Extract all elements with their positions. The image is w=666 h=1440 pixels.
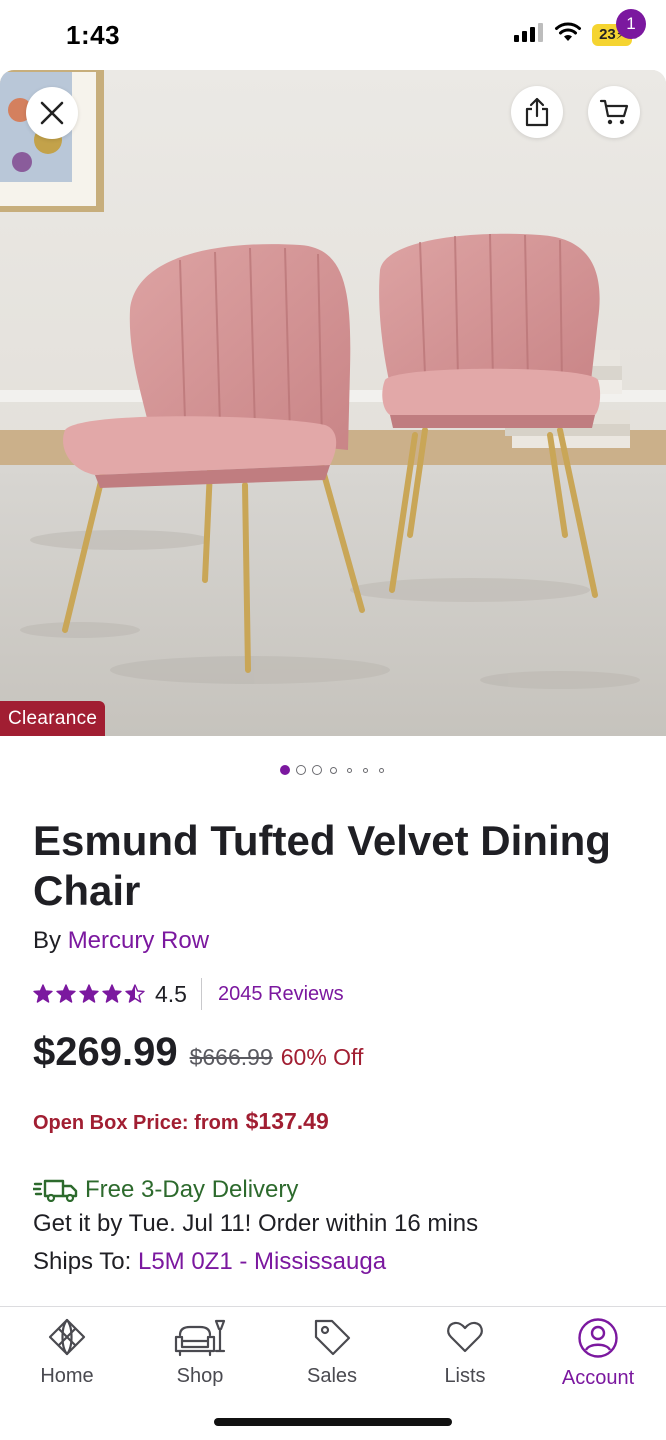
heart-icon — [447, 1321, 483, 1353]
image-carousel-dots[interactable] — [0, 764, 666, 776]
home-indicator[interactable] — [214, 1418, 452, 1426]
status-icons: 23⚡ — [514, 22, 637, 47]
nav-label-lists: Lists — [444, 1365, 486, 1387]
star-icon — [102, 984, 122, 1003]
carousel-dot[interactable] — [280, 765, 290, 775]
delivery-label: Free 3-Day Delivery — [85, 1176, 299, 1203]
wifi-icon — [554, 22, 582, 47]
delivery-row: Free 3-Day Delivery — [33, 1176, 298, 1204]
status-bar: 1:43 23⚡ — [0, 0, 666, 72]
nav-label-account: Account — [561, 1367, 635, 1389]
delivery-estimate: Get it by Tue. Jul 11! Order within 16 m… — [33, 1210, 479, 1237]
cellular-signal-icon — [514, 22, 544, 47]
star-icon — [56, 984, 76, 1003]
star-icon — [33, 984, 53, 1003]
ships-to-line: Ships To: L5M 0Z1 - Mississauga — [33, 1248, 386, 1276]
open-box-price: $137.49 — [245, 1108, 329, 1134]
nav-item-sales[interactable]: Sales — [277, 1317, 387, 1388]
price-row: $269.99 $666.99 60% Off — [33, 1030, 363, 1075]
carousel-dot[interactable] — [296, 765, 306, 775]
cart-count-badge[interactable]: 1 — [616, 9, 646, 39]
carousel-dot[interactable] — [329, 766, 337, 774]
share-button[interactable] — [511, 86, 563, 138]
star-icon — [125, 984, 145, 1003]
account-icon — [578, 1318, 618, 1358]
brand-line: By Mercury Row — [33, 927, 209, 955]
open-box-price-link[interactable]: Open Box Price: from $137.49 — [33, 1108, 329, 1135]
cart-icon — [599, 99, 629, 125]
share-icon — [525, 97, 549, 127]
divider — [200, 978, 202, 1010]
original-price: $666.99 — [189, 1044, 273, 1070]
nav-label-shop: Shop — [176, 1365, 224, 1387]
by-prefix: By — [33, 927, 62, 954]
close-icon — [40, 101, 64, 125]
close-button[interactable] — [26, 87, 78, 139]
carousel-dot[interactable] — [346, 767, 352, 773]
reviews-link[interactable]: 2045 Reviews — [218, 983, 344, 1006]
battery-level: 23 — [599, 26, 616, 43]
open-box-label: Open Box Price: from — [33, 1112, 239, 1134]
clearance-badge: Clearance — [0, 701, 106, 736]
nav-label-home: Home — [40, 1365, 94, 1387]
nav-item-lists[interactable]: Lists — [410, 1317, 520, 1388]
rating-value: 4.5 — [155, 980, 187, 1007]
status-time: 1:43 — [66, 20, 121, 50]
nav-label-sales: Sales — [306, 1365, 358, 1387]
rating-row: 4.5 2045 Reviews — [33, 978, 344, 1010]
brand-link[interactable]: Mercury Row — [68, 927, 209, 954]
carousel-dot[interactable] — [312, 765, 322, 775]
rating-stars — [33, 984, 145, 1004]
ships-to-prefix: Ships To: — [33, 1248, 132, 1275]
product-image[interactable] — [0, 70, 666, 736]
carousel-dot[interactable] — [362, 767, 368, 773]
discount-label: 60% Off — [280, 1044, 364, 1070]
nav-item-shop[interactable]: Shop — [145, 1317, 255, 1388]
star-icon — [79, 984, 99, 1003]
delivery-truck-icon — [33, 1179, 78, 1202]
nav-item-account[interactable]: Account — [543, 1317, 653, 1390]
product-photo — [0, 70, 666, 736]
nav-item-home[interactable]: Home — [12, 1317, 122, 1388]
shop-icon — [174, 1319, 226, 1357]
cart-button[interactable] — [588, 86, 640, 138]
home-icon — [48, 1318, 86, 1356]
product-title: Esmund Tufted Velvet Dining Chair — [33, 817, 611, 914]
sales-tag-icon — [314, 1319, 351, 1356]
ships-to-location-link[interactable]: L5M 0Z1 - Mississauga — [138, 1248, 386, 1275]
current-price: $269.99 — [33, 1030, 178, 1074]
carousel-dot[interactable] — [378, 767, 384, 773]
